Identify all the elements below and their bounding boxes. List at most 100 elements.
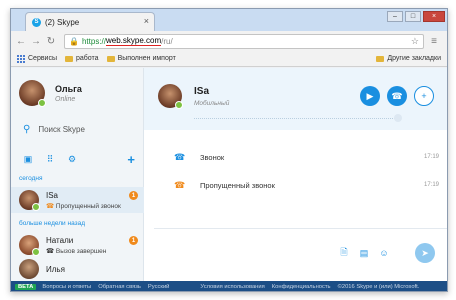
beta-badge: BETA bbox=[15, 284, 37, 290]
contact-card-icon[interactable]: ▤ bbox=[359, 248, 369, 258]
unread-badge: 1 bbox=[129, 191, 138, 200]
bookmark-label: Сервисы bbox=[28, 55, 58, 62]
unread-badge: 1 bbox=[129, 236, 138, 245]
section-today: сегодня bbox=[19, 175, 43, 182]
gear-icon[interactable]: ⚙ bbox=[67, 154, 77, 165]
browser-window: S (2) Skype × – □ × ← → ↻ 🔒 https:// web… bbox=[10, 8, 448, 292]
tab-title: (2) Skype bbox=[45, 17, 80, 27]
skype-app: Ольга Online ⚲ Поиск Skype ▣ ⠿ ⚙ + сегод… bbox=[11, 68, 447, 291]
maximize-button[interactable]: □ bbox=[405, 11, 421, 22]
profile[interactable]: Ольга Online bbox=[19, 80, 82, 107]
lock-icon: 🔒 bbox=[69, 36, 79, 46]
list-item[interactable]: Натали ☎ Вызов завершен 1 bbox=[11, 232, 144, 258]
folder-icon bbox=[376, 55, 385, 62]
footer-copyright: ©2016 Skype и (или) Microsoft. bbox=[337, 284, 420, 290]
add-icon[interactable]: + bbox=[127, 152, 135, 167]
footer-link-language[interactable]: Русский bbox=[148, 284, 170, 290]
contact-last-event: ☎ Вызов завершен bbox=[46, 247, 107, 255]
call-ended-icon: ☎ bbox=[46, 247, 55, 255]
search-input[interactable]: ⚲ Поиск Skype bbox=[23, 124, 85, 135]
other-bookmarks-label: Другие закладки bbox=[387, 55, 441, 62]
contact-name: Натали bbox=[46, 235, 74, 245]
video-call-button[interactable]: ▶ bbox=[360, 86, 380, 106]
browser-tab[interactable]: S (2) Skype × bbox=[25, 12, 155, 31]
online-status-icon bbox=[32, 203, 40, 211]
message-time: 17:19 bbox=[423, 154, 439, 160]
list-item[interactable]: ISa ☎ Пропущенный звонок 1 bbox=[11, 187, 144, 213]
conversation-header: ISa Мобильный ▶ ☎ + bbox=[144, 68, 447, 130]
conversation-pane: ISa Мобильный ▶ ☎ + ☎ Звонок 17:19 ☎ Про… bbox=[144, 68, 447, 281]
back-icon[interactable]: ← bbox=[15, 35, 27, 47]
avatar bbox=[19, 80, 46, 107]
online-status-icon bbox=[32, 248, 40, 256]
footer-link-privacy[interactable]: Конфиденциальность bbox=[272, 284, 331, 290]
sidebar-toolbar: ▣ ⠿ ⚙ + bbox=[23, 152, 135, 167]
bookmark-label: Выполнен импорт bbox=[117, 55, 176, 62]
folder-icon bbox=[65, 55, 74, 62]
profile-name: Ольга bbox=[55, 83, 82, 94]
phone-icon: ☎ bbox=[174, 151, 186, 162]
skype-icon: S bbox=[32, 17, 41, 27]
online-status-icon bbox=[38, 99, 46, 107]
bookmarks-bar: Сервисы работа Выполнен импорт Другие за… bbox=[11, 51, 447, 67]
navigation-bar: ← → ↻ 🔒 https:// web.skype.com /ru/ ☆ ≡ bbox=[11, 31, 447, 51]
compose-area[interactable]: 🗎 ▤ ☺ ➤ bbox=[154, 228, 447, 278]
other-bookmarks[interactable]: Другие закладки bbox=[376, 55, 441, 62]
avatar bbox=[19, 190, 40, 211]
reload-icon[interactable]: ↻ bbox=[45, 35, 57, 47]
timeline-marker bbox=[394, 114, 402, 122]
message-text: Звонок bbox=[200, 152, 225, 162]
missed-call-icon: ☎ bbox=[46, 202, 55, 210]
contact-name: Илья bbox=[46, 264, 65, 274]
contact-last-event: ☎ Пропущенный звонок bbox=[46, 202, 121, 210]
footer: BETA Вопросы и ответы Обратная связь Рус… bbox=[11, 281, 447, 291]
avatar bbox=[19, 235, 40, 256]
bookmark-star-icon[interactable]: ☆ bbox=[411, 36, 419, 47]
profile-status: Online bbox=[55, 95, 76, 103]
missed-call-icon: ☎ bbox=[174, 179, 186, 190]
url-scheme: https:// bbox=[81, 36, 106, 46]
url-path: /ru/ bbox=[161, 36, 173, 46]
apps-icon bbox=[17, 54, 25, 63]
bookmark-imported[interactable]: Выполнен импорт bbox=[106, 55, 176, 62]
audio-call-button[interactable]: ☎ bbox=[387, 86, 407, 106]
forward-icon[interactable]: → bbox=[30, 35, 42, 47]
message-time: 17:19 bbox=[423, 182, 439, 188]
folder-icon bbox=[106, 55, 115, 62]
add-people-button[interactable]: + bbox=[414, 86, 434, 106]
divider bbox=[194, 118, 399, 119]
message-row: ☎ Пропущенный звонок 17:19 bbox=[144, 178, 447, 192]
url-host: web.skype.com bbox=[105, 36, 162, 46]
online-status-icon bbox=[175, 101, 183, 109]
message-text: Пропущенный звонок bbox=[200, 180, 275, 190]
bookmark-apps[interactable]: Сервисы bbox=[17, 54, 58, 63]
search-icon: ⚲ bbox=[23, 124, 31, 135]
emoji-icon[interactable]: ☺ bbox=[379, 248, 389, 258]
footer-link-feedback[interactable]: Обратная связь bbox=[98, 284, 141, 290]
send-button[interactable]: ➤ bbox=[415, 243, 435, 263]
bookmark-work[interactable]: работа bbox=[65, 55, 99, 62]
sidebar: Ольга Online ⚲ Поиск Skype ▣ ⠿ ⚙ + сегод… bbox=[11, 68, 144, 281]
window-controls: – □ × bbox=[387, 11, 445, 22]
footer-link-terms[interactable]: Условия использования bbox=[200, 284, 264, 290]
address-bar[interactable]: 🔒 https:// web.skype.com /ru/ ☆ bbox=[64, 33, 424, 49]
conversation-subtitle: Мобильный bbox=[194, 100, 230, 107]
tab-strip: S (2) Skype × – □ × bbox=[11, 9, 447, 31]
minimize-button[interactable]: – bbox=[387, 11, 403, 22]
search-label: Поиск Skype bbox=[38, 125, 85, 134]
bookmark-label: работа bbox=[76, 55, 99, 62]
close-tab-icon[interactable]: × bbox=[144, 16, 149, 26]
list-item[interactable]: Илья bbox=[11, 258, 144, 280]
contact-name: ISa bbox=[46, 190, 59, 200]
contacts-icon[interactable]: ▣ bbox=[23, 154, 33, 165]
close-window-button[interactable]: × bbox=[423, 11, 445, 22]
conversation-title: ISa bbox=[194, 86, 210, 97]
dialpad-icon[interactable]: ⠿ bbox=[45, 154, 55, 165]
avatar[interactable] bbox=[158, 84, 183, 109]
menu-icon[interactable]: ≡ bbox=[428, 35, 440, 47]
footer-link-faq[interactable]: Вопросы и ответы bbox=[42, 284, 91, 290]
avatar bbox=[19, 259, 39, 279]
section-older: больше недели назад bbox=[19, 220, 86, 227]
message-row: ☎ Звонок 17:19 bbox=[144, 150, 447, 164]
file-icon[interactable]: 🗎 bbox=[339, 247, 349, 258]
